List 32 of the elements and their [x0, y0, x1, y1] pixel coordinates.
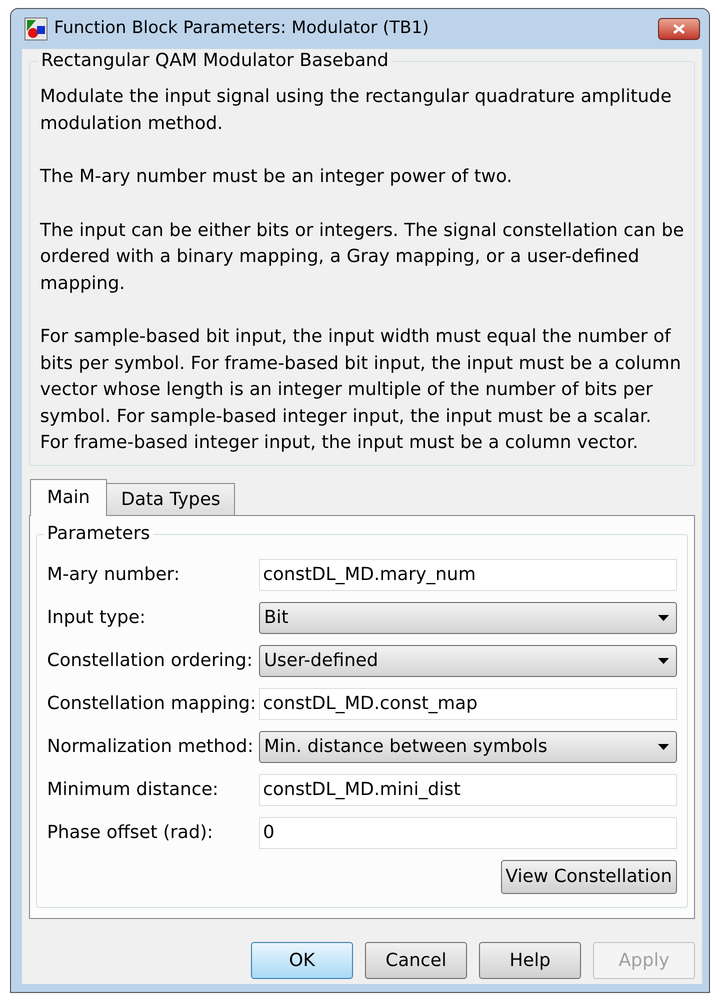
- field-label: M-ary number:: [47, 563, 181, 587]
- tab[interactable]: Data Types: [106, 482, 236, 516]
- field-label: Constellation ordering:: [47, 649, 254, 673]
- dropdown-arrow-icon: [658, 744, 669, 750]
- dialog-button[interactable]: Help: [479, 942, 581, 978]
- field-label: Minimum distance:: [47, 778, 220, 802]
- dropdown[interactable]: User-defined: [259, 644, 677, 676]
- field-label: Phase offset (rad):: [47, 821, 214, 845]
- tab[interactable]: Main: [30, 478, 107, 516]
- field-label: Constellation mapping:: [47, 692, 258, 716]
- close-icon: [673, 24, 685, 34]
- description-paragraph: The input can be either bits or integers. The signal constellation can be ordered with a binary mapping, a Gray mapping, or a user-defined mapping.: [40, 218, 684, 296]
- input-field[interactable]: constDL_MD.mini_dist: [259, 774, 677, 806]
- dropdown-arrow-icon: [658, 658, 669, 664]
- close-button[interactable]: [658, 18, 700, 40]
- dialog-button[interactable]: Cancel: [365, 942, 467, 978]
- group-title: Rectangular QAM Modulator Baseband: [38, 50, 392, 72]
- input-field[interactable]: constDL_MD.const_map: [259, 688, 677, 720]
- dropdown-arrow-icon: [658, 614, 669, 620]
- view-constellation-button[interactable]: View Constellation: [500, 860, 677, 894]
- input-field[interactable]: constDL_MD.mary_num: [259, 558, 677, 590]
- dropdown[interactable]: Min. distance between symbols: [259, 730, 677, 762]
- description-paragraph: The M-ary number must be an integer power of two.: [40, 165, 514, 189]
- description-paragraph: For sample-based bit input, the input width must equal the number of bits per symbol. For frame-based bit input, the input must be a column vector whose length is an integer multiple of the number of bits per symbol. For sample-based integer input, the input must be a scalar. For frame-based integer input, the input must be a column vector.: [40, 325, 682, 455]
- app-icon: [24, 17, 48, 41]
- dialog-button[interactable]: OK: [251, 942, 353, 978]
- dropdown[interactable]: Bit: [259, 602, 677, 634]
- input-field[interactable]: 0: [259, 816, 677, 848]
- field-label: Normalization method:: [47, 735, 254, 759]
- description-paragraph: Modulate the input signal using the rectangular quadrature amplitude modulation method.: [40, 85, 673, 136]
- window-title: Function Block Parameters: Modulator (TB1): [54, 17, 429, 40]
- field-label: Input type:: [47, 606, 147, 630]
